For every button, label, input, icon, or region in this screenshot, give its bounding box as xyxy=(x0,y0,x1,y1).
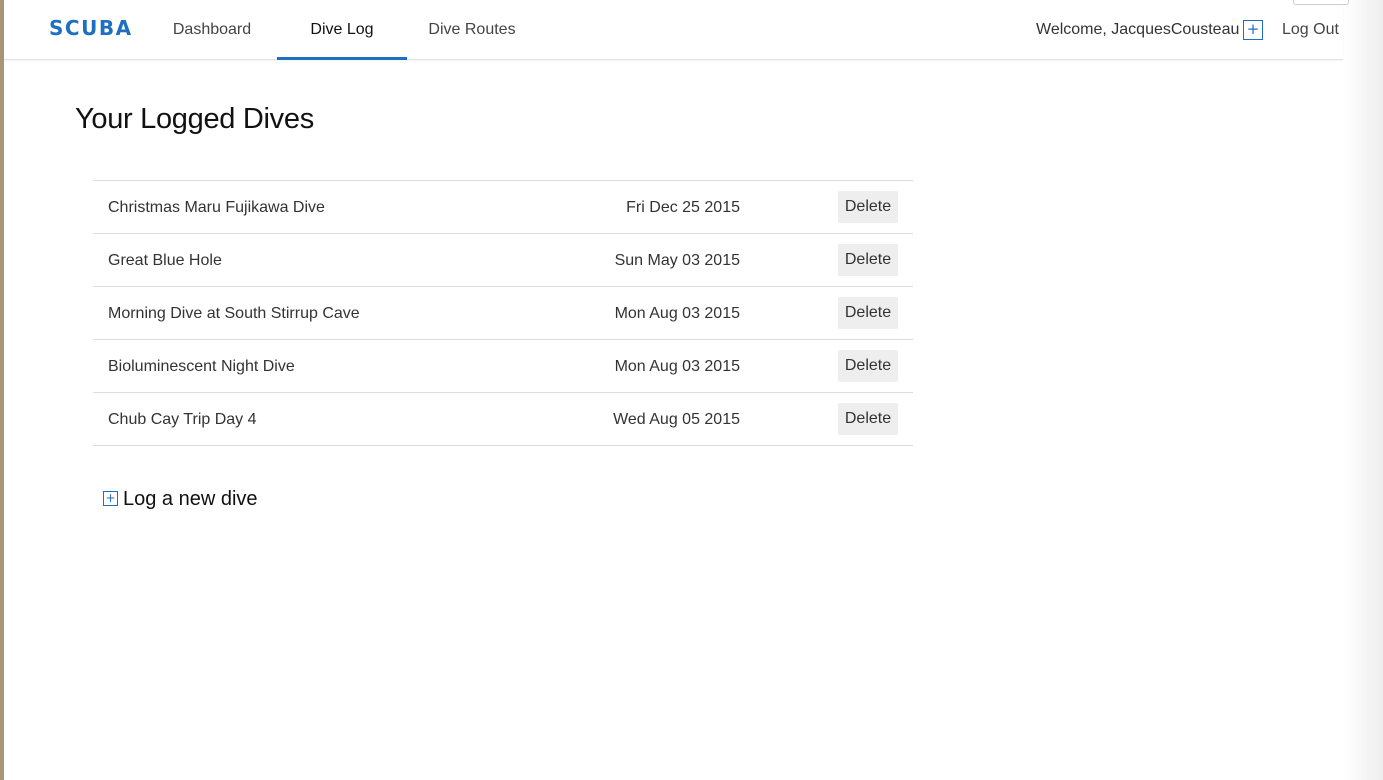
dive-date: Mon Aug 03 2015 xyxy=(614,358,740,375)
dive-row[interactable]: Christmas Maru Fujikawa Dive Fri Dec 25 … xyxy=(93,181,913,234)
dive-row[interactable]: Chub Cay Trip Day 4 Wed Aug 05 2015 Dele… xyxy=(93,393,913,446)
dive-list: Christmas Maru Fujikawa Dive Fri Dec 25 … xyxy=(93,180,913,446)
delete-button[interactable]: Delete xyxy=(838,350,898,382)
dive-name[interactable]: Bioluminescent Night Dive xyxy=(108,340,295,393)
delete-button[interactable]: Delete xyxy=(838,191,898,223)
welcome-text: Welcome, JacquesCousteau xyxy=(1036,21,1240,38)
nav-dashboard[interactable]: Dashboard xyxy=(171,0,253,59)
dive-row[interactable]: Great Blue Hole Sun May 03 2015 Delete xyxy=(93,234,913,287)
desktop-edge xyxy=(0,0,4,780)
nav-dive-routes[interactable]: Dive Routes xyxy=(428,0,516,59)
log-new-dive-label: Log a new dive xyxy=(123,488,258,510)
delete-button[interactable]: Delete xyxy=(838,297,898,329)
page-title: Your Logged Dives xyxy=(75,103,314,135)
brand-logo[interactable]: SCUBA xyxy=(49,16,133,40)
delete-button[interactable]: Delete xyxy=(838,403,898,435)
delete-button[interactable]: Delete xyxy=(838,244,898,276)
dive-date: Wed Aug 05 2015 xyxy=(613,411,740,428)
plus-square-icon[interactable]: + xyxy=(1243,20,1263,40)
dive-row[interactable]: Morning Dive at South Stirrup Cave Mon A… xyxy=(93,287,913,340)
dive-date: Sun May 03 2015 xyxy=(614,252,740,269)
dive-name[interactable]: Great Blue Hole xyxy=(108,234,222,287)
logout-link[interactable]: Log Out xyxy=(1282,0,1339,59)
plus-square-icon: + xyxy=(103,491,118,506)
window-shadow xyxy=(1343,0,1383,780)
dive-date: Mon Aug 03 2015 xyxy=(614,305,740,322)
dive-date: Fri Dec 25 2015 xyxy=(626,199,740,216)
top-navbar: SCUBA Dashboard Dive Log Dive Routes Wel… xyxy=(4,0,1343,60)
nav-dive-log[interactable]: Dive Log xyxy=(277,0,407,60)
dive-name[interactable]: Christmas Maru Fujikawa Dive xyxy=(108,181,325,234)
window-corner-tab xyxy=(1293,0,1349,5)
dive-row[interactable]: Bioluminescent Night Dive Mon Aug 03 201… xyxy=(93,340,913,393)
dive-name[interactable]: Chub Cay Trip Day 4 xyxy=(108,393,257,446)
dive-name[interactable]: Morning Dive at South Stirrup Cave xyxy=(108,287,360,340)
